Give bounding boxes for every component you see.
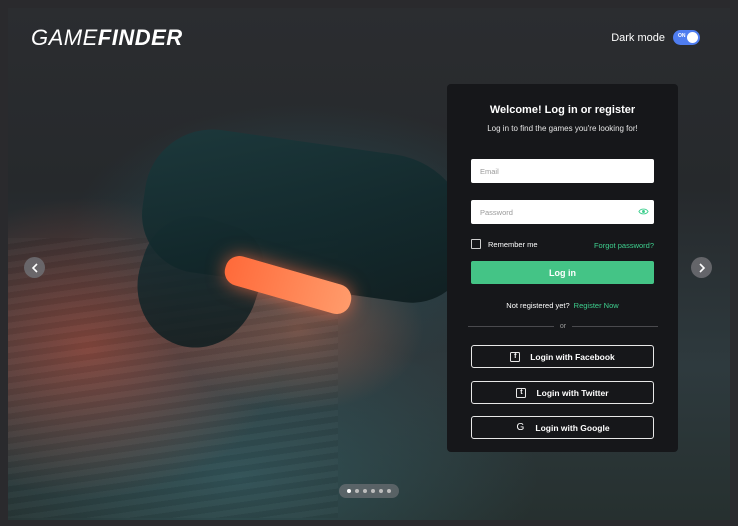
- carousel-dot[interactable]: [371, 489, 375, 493]
- login-button[interactable]: Log in: [471, 261, 654, 284]
- divider-text: or: [559, 323, 567, 330]
- remember-checkbox[interactable]: [471, 239, 481, 249]
- carousel-dot[interactable]: [355, 489, 359, 493]
- remember-label: Remember me: [488, 239, 538, 249]
- chevron-right-icon: [698, 262, 705, 273]
- logo-light-text: GAME: [31, 25, 98, 50]
- dark-mode-control: Dark mode ON: [611, 30, 700, 45]
- hero-background: GAMEFINDER Dark mode ON Welcome! Log in …: [8, 8, 730, 520]
- register-link[interactable]: Register Now: [574, 301, 619, 310]
- chevron-left-icon: [31, 262, 38, 273]
- register-prompt: Not registered yet? Register Now: [447, 301, 678, 310]
- divider-line: [468, 326, 554, 327]
- facebook-login-button[interactable]: f Login with Facebook: [471, 345, 654, 368]
- logo-bold-text: FINDER: [97, 25, 183, 50]
- toggle-knob: [687, 32, 698, 43]
- carousel-dot[interactable]: [387, 489, 391, 493]
- carousel-indicators: [339, 484, 399, 498]
- carousel-dot[interactable]: [347, 489, 351, 493]
- eye-icon[interactable]: [638, 207, 649, 216]
- google-login-button[interactable]: G Login with Google: [471, 416, 654, 439]
- twitter-icon: t: [516, 387, 527, 398]
- login-panel: Welcome! Log in or register Log in to fi…: [447, 84, 678, 452]
- carousel-prev-button[interactable]: [24, 257, 45, 278]
- email-placeholder: Email: [480, 166, 499, 176]
- carousel-next-button[interactable]: [691, 257, 712, 278]
- twitter-label: Login with Twitter: [536, 387, 609, 398]
- facebook-icon: f: [510, 351, 521, 362]
- login-subtitle: Log in to find the games you're looking …: [487, 124, 638, 133]
- password-placeholder: Password: [480, 207, 513, 217]
- google-label: Login with Google: [535, 422, 610, 433]
- app-logo[interactable]: GAMEFINDER: [31, 25, 183, 51]
- divider-line: [572, 326, 659, 327]
- not-registered-text: Not registered yet?: [506, 301, 570, 310]
- carousel-dot[interactable]: [363, 489, 367, 493]
- toggle-state-label: ON: [678, 33, 686, 39]
- forgot-password-link[interactable]: Forgot password?: [594, 241, 654, 250]
- email-field[interactable]: Email: [471, 159, 654, 183]
- login-title: Welcome! Log in or register: [489, 104, 636, 116]
- dark-mode-label: Dark mode: [611, 31, 665, 44]
- carousel-dot[interactable]: [379, 489, 383, 493]
- google-icon: G: [516, 422, 525, 433]
- facebook-label: Login with Facebook: [530, 351, 615, 362]
- dark-mode-toggle[interactable]: ON: [673, 30, 700, 45]
- remember-me[interactable]: Remember me: [471, 239, 538, 249]
- password-field[interactable]: Password: [471, 200, 654, 224]
- twitter-login-button[interactable]: t Login with Twitter: [471, 381, 654, 404]
- or-divider: or: [468, 322, 659, 331]
